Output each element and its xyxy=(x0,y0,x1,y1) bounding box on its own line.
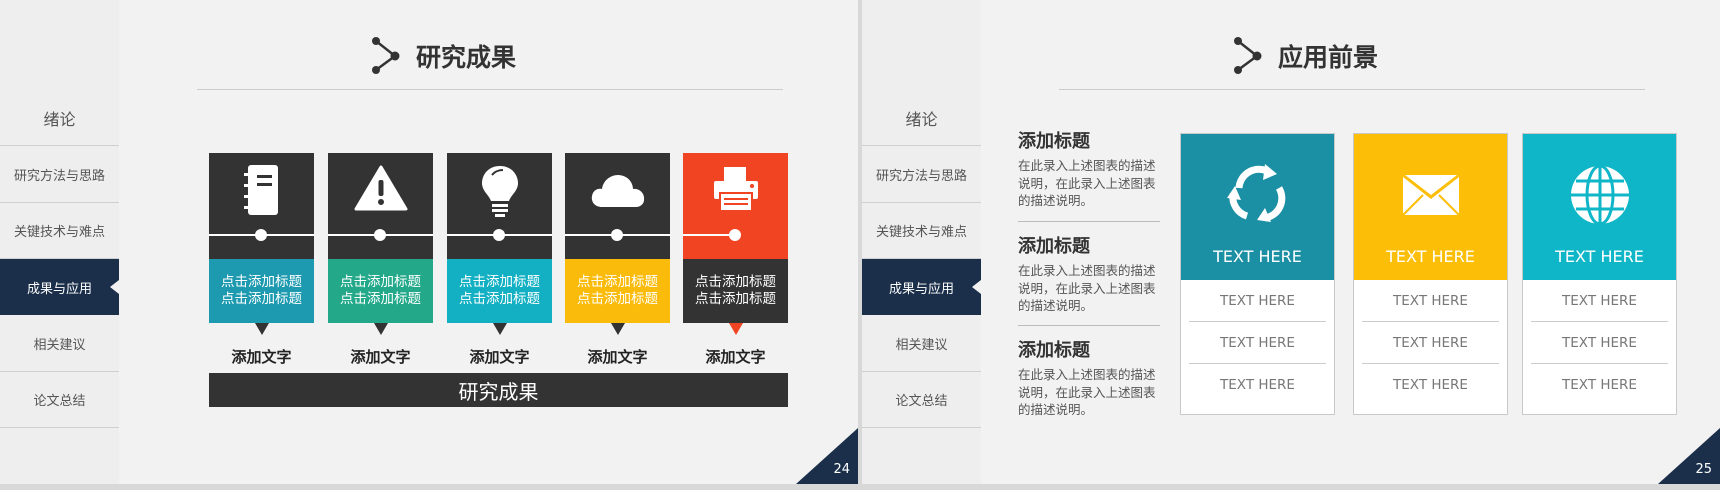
cloud-icon xyxy=(591,175,644,207)
sidebar-item-methods[interactable]: 研究方法与思路 xyxy=(862,147,981,203)
text-block-body: 在此录入上述图表的描述说明，在此录入上述图表的描述说明。 xyxy=(1018,367,1156,417)
sidebar-item-label: 研究方法与思路 xyxy=(875,169,967,184)
result-card: 点击添加标题 点击添加标题 xyxy=(447,153,552,335)
feature-column: TEXT HERE TEXT HERE TEXT HERE TEXT HERE xyxy=(1522,133,1677,415)
sidebar: 绪论 研究方法与思路 关键技术与难点 成果与应用 相关建议 论文总结 xyxy=(862,0,981,484)
caption-line: 点击添加标题 xyxy=(221,291,302,307)
sidebar: 绪论 研究方法与思路 关键技术与难点 成果与应用 相关建议 论文总结 xyxy=(0,0,119,484)
column-row: TEXT HERE xyxy=(1531,280,1668,322)
document-icon xyxy=(243,165,278,215)
result-card: 点击添加标题 点击添加标题 xyxy=(565,153,670,335)
warning-icon xyxy=(354,165,407,211)
title-divider xyxy=(1059,89,1645,90)
page-title: 应用前景 xyxy=(1278,43,1379,72)
text-block-title: 添加标题 xyxy=(1018,131,1090,152)
caption-line: 点击添加标题 xyxy=(340,291,421,307)
result-card: 点击添加标题 点击添加标题 xyxy=(683,153,788,335)
sidebar-item-label: 关键技术与难点 xyxy=(875,225,967,240)
page-title: 研究成果 xyxy=(416,43,517,72)
caption-line: 点击添加标题 xyxy=(577,274,658,290)
recycle-icon xyxy=(1226,164,1285,222)
slide-application-prospects: 绪论 研究方法与思路 关键技术与难点 成果与应用 相关建议 论文总结 应用前景 … xyxy=(862,0,1720,484)
lightbulb-icon xyxy=(481,166,518,217)
caption-line: 点击添加标题 xyxy=(695,291,776,307)
text-block: 添加标题 在此录入上述图表的描述说明，在此录入上述图表的描述说明。 xyxy=(1018,127,1160,210)
printer-icon xyxy=(713,167,758,212)
card-caption: 点击添加标题 点击添加标题 xyxy=(328,259,433,335)
sidebar-item-label: 论文总结 xyxy=(895,394,948,409)
card-caption: 点击添加标题 点击添加标题 xyxy=(683,259,788,335)
sidebar-item-methods[interactable]: 研究方法与思路 xyxy=(0,147,119,203)
card-caption: 点击添加标题 点击添加标题 xyxy=(565,259,670,335)
slide-research-results: 绪论 研究方法与思路 关键技术与难点 成果与应用 相关建议 论文总结 研究成果 … xyxy=(0,0,858,484)
card-caption: 点击添加标题 点击添加标题 xyxy=(447,259,552,335)
column-row: TEXT HERE xyxy=(1562,377,1637,393)
sidebar-item-results[interactable]: 成果与应用 xyxy=(862,259,981,315)
feature-column: TEXT HERE TEXT HERE TEXT HERE TEXT HERE xyxy=(1180,133,1335,415)
divider xyxy=(1018,325,1160,326)
text-block-body: 在此录入上述图表的描述说明，在此录入上述图表的描述说明。 xyxy=(1018,158,1156,208)
envelope-icon xyxy=(1401,175,1460,216)
sidebar-item-label: 相关建议 xyxy=(33,338,86,353)
sidebar-item-key-tech[interactable]: 关键技术与难点 xyxy=(0,203,119,259)
column-heading: TEXT HERE xyxy=(1555,247,1644,266)
text-block: 添加标题 在此录入上述图表的描述说明，在此录入上述图表的描述说明。 xyxy=(1018,232,1160,315)
sidebar-item-suggestions[interactable]: 相关建议 xyxy=(862,316,981,372)
card-label: 添加文字 xyxy=(469,348,530,366)
card-label: 添加文字 xyxy=(350,348,411,366)
title-row: 研究成果 xyxy=(370,36,516,76)
sidebar-item-key-tech[interactable]: 关键技术与难点 xyxy=(862,203,981,259)
sidebar-item-results[interactable]: 成果与应用 xyxy=(0,259,119,315)
sidebar-item-label: 成果与应用 xyxy=(888,281,954,297)
share-node-icon xyxy=(372,37,400,74)
sidebar-item-summary[interactable]: 论文总结 xyxy=(0,372,119,428)
title-row: 应用前景 xyxy=(1232,36,1378,76)
sidebar-item-label: 绪论 xyxy=(905,109,938,129)
column-row: TEXT HERE xyxy=(1362,322,1499,364)
text-block: 添加标题 在此录入上述图表的描述说明，在此录入上述图表的描述说明。 xyxy=(1018,336,1160,419)
text-block-body: 在此录入上述图表的描述说明，在此录入上述图表的描述说明。 xyxy=(1018,263,1156,313)
page-number: 25 xyxy=(1695,462,1712,477)
card-label: 添加文字 xyxy=(587,348,648,366)
column-heading: TEXT HERE xyxy=(1386,247,1475,266)
column-row: TEXT HERE xyxy=(1362,280,1499,322)
sidebar-item-label: 研究方法与思路 xyxy=(13,169,105,184)
column-row: TEXT HERE xyxy=(1393,377,1468,393)
result-card: 点击添加标题 点击添加标题 xyxy=(209,153,314,335)
caption-line: 点击添加标题 xyxy=(340,274,421,290)
column-row: TEXT HERE xyxy=(1189,322,1326,364)
sidebar-item-label: 关键技术与难点 xyxy=(13,225,105,240)
sidebar-item-label: 论文总结 xyxy=(33,394,86,409)
card-label: 添加文字 xyxy=(705,348,766,366)
caption-line: 点击添加标题 xyxy=(221,274,302,290)
card-caption: 点击添加标题 点击添加标题 xyxy=(209,259,314,335)
page-number: 24 xyxy=(833,462,850,477)
caption-line: 点击添加标题 xyxy=(577,291,658,307)
text-block-title: 添加标题 xyxy=(1018,340,1090,361)
share-node-icon xyxy=(1234,37,1262,74)
card-label: 添加文字 xyxy=(231,348,292,366)
column-heading: TEXT HERE xyxy=(1213,247,1302,266)
column-row: TEXT HERE xyxy=(1189,280,1326,322)
sidebar-item-label: 成果与应用 xyxy=(26,281,92,297)
result-card: 点击添加标题 点击添加标题 xyxy=(328,153,433,335)
sidebar-item-suggestions[interactable]: 相关建议 xyxy=(0,316,119,372)
sidebar-item-intro[interactable]: 绪论 xyxy=(0,90,119,146)
title-divider xyxy=(197,89,783,90)
column-row: TEXT HERE xyxy=(1220,377,1295,393)
sidebar-item-label: 相关建议 xyxy=(895,338,948,353)
sidebar-item-intro[interactable]: 绪论 xyxy=(862,90,981,146)
results-bar: 研究成果 xyxy=(209,373,788,407)
caption-line: 点击添加标题 xyxy=(459,291,540,307)
caption-line: 点击添加标题 xyxy=(695,274,776,290)
sidebar-item-summary[interactable]: 论文总结 xyxy=(862,372,981,428)
sidebar-item-label: 绪论 xyxy=(43,109,76,129)
divider xyxy=(1018,221,1160,222)
text-block-title: 添加标题 xyxy=(1018,236,1090,257)
globe-icon xyxy=(1570,164,1629,226)
feature-column: TEXT HERE TEXT HERE TEXT HERE TEXT HERE xyxy=(1353,133,1508,415)
caption-line: 点击添加标题 xyxy=(459,274,540,290)
column-row: TEXT HERE xyxy=(1531,322,1668,364)
